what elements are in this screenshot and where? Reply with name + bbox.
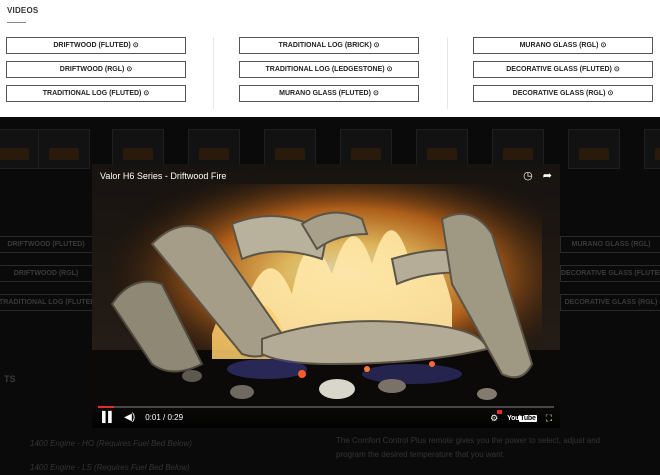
dim-button: DECORATIVE GLASS (FLUTED)	[560, 265, 660, 282]
dim-button: TRADITIONAL LOG (FLUTED)	[0, 294, 94, 311]
video-column-3: MURANO GLASS (RGL) ⊙ DECORATIVE GLASS (FL…	[473, 37, 653, 109]
play-circle-icon: ⊙	[607, 90, 614, 97]
thumbnail	[416, 129, 468, 169]
dim-engine-line: 1400 Engine - HO (Requires Fuel Bed Belo…	[30, 439, 192, 448]
thumbnail	[264, 129, 316, 169]
video-top-controls: ◷ ➦	[523, 169, 552, 182]
play-circle-icon: ⊙	[372, 90, 379, 97]
play-circle-icon: ⊙	[126, 66, 133, 73]
thumbnail	[188, 129, 240, 169]
video-button-traditional-log-ledgestone[interactable]: TRADITIONAL LOG (LEDGESTONE) ⊙	[239, 61, 419, 78]
thumbnail	[112, 129, 164, 169]
video-button-label: TRADITIONAL LOG (BRICK)	[278, 42, 372, 49]
video-button-label: TRADITIONAL LOG (FLUTED)	[42, 90, 142, 97]
dim-button: DRIFTWOOD (FLUTED)	[0, 236, 94, 253]
video-button-murano-glass-rgl[interactable]: MURANO GLASS (RGL) ⊙	[473, 37, 653, 54]
play-circle-icon: ⊙	[600, 42, 607, 49]
youtube-logo[interactable]: YouTube	[507, 415, 537, 422]
videos-panel: VIDEOS DRIFTWOOD (FLUTED) ⊙ DRIFTWOOD (RG…	[0, 0, 660, 117]
dim-button: MURANO GLASS (RGL)	[560, 236, 660, 253]
video-column-2: TRADITIONAL LOG (BRICK) ⊙ TRADITIONAL LOG…	[239, 37, 419, 109]
play-circle-icon: ⊙	[132, 42, 139, 49]
video-button-driftwood-rgl[interactable]: DRIFTWOOD (RGL) ⊙	[6, 61, 186, 78]
video-button-traditional-log-brick[interactable]: TRADITIONAL LOG (BRICK) ⊙	[239, 37, 419, 54]
play-circle-icon: ⊙	[386, 66, 393, 73]
thumbnail	[0, 129, 40, 169]
share-icon[interactable]: ➦	[543, 169, 552, 182]
videos-heading: VIDEOS	[7, 6, 39, 15]
video-control-bar: ▌▌ ◀) 0:01 / 0:29 ⚙ YouTube ⛶	[92, 404, 560, 428]
thumbnail	[492, 129, 544, 169]
heading-underline	[7, 22, 26, 23]
video-button-label: MURANO GLASS (FLUTED)	[279, 90, 371, 97]
dim-body-line: program the desired temperature that you…	[336, 450, 505, 459]
control-right-group: ⚙ YouTube ⛶	[490, 410, 552, 424]
thumbnail	[644, 129, 660, 169]
video-button-label: MURANO GLASS (RGL)	[519, 42, 599, 49]
control-left-group: ▌▌ ◀) 0:01 / 0:29	[102, 412, 183, 423]
thumbnail	[38, 129, 90, 169]
video-title[interactable]: Valor H6 Series - Driftwood Fire	[100, 171, 226, 181]
video-button-label: DRIFTWOOD (RGL)	[59, 66, 125, 73]
dim-body-line: The Comfort Control Plus remote gives yo…	[336, 436, 601, 445]
video-button-decorative-glass-fluted[interactable]: DECORATIVE GLASS (FLUTED) ⊙	[473, 61, 653, 78]
video-column-1: DRIFTWOOD (FLUTED) ⊙ DRIFTWOOD (RGL) ⊙ TRA…	[6, 37, 186, 109]
video-button-decorative-glass-rgl[interactable]: DECORATIVE GLASS (RGL) ⊙	[473, 85, 653, 102]
column-divider	[447, 37, 448, 109]
video-button-label: DECORATIVE GLASS (FLUTED)	[506, 66, 612, 73]
thumbnail	[568, 129, 620, 169]
fullscreen-icon[interactable]: ⛶	[546, 413, 552, 424]
play-circle-icon: ⊙	[373, 42, 380, 49]
play-circle-icon: ⊙	[143, 90, 150, 97]
volume-icon[interactable]: ◀)	[124, 412, 135, 423]
time-display: 0:01 / 0:29	[145, 413, 184, 422]
video-button-murano-glass-fluted[interactable]: MURANO GLASS (FLUTED) ⊙	[239, 85, 419, 102]
video-player[interactable]: Valor H6 Series - Driftwood Fire ◷ ➦ ▌▌ …	[92, 164, 560, 428]
dim-engine-line: 1400 Engine - LS (Requires Fuel Bed Belo…	[30, 463, 190, 472]
settings-icon[interactable]: ⚙	[490, 410, 503, 424]
video-button-label: DRIFTWOOD (FLUTED)	[53, 42, 131, 49]
dim-button: DECORATIVE GLASS (RGL)	[560, 294, 660, 311]
video-button-label: TRADITIONAL LOG (LEDGESTONE)	[265, 66, 385, 73]
dim-section-heading: TS	[4, 374, 16, 384]
video-button-traditional-log-fluted[interactable]: TRADITIONAL LOG (FLUTED) ⊙	[6, 85, 186, 102]
video-button-label: DECORATIVE GLASS (RGL)	[512, 90, 606, 97]
clock-icon[interactable]: ◷	[523, 169, 533, 182]
play-circle-icon: ⊙	[613, 66, 620, 73]
progress-fill	[98, 406, 114, 408]
thumbnail	[340, 129, 392, 169]
column-divider	[213, 37, 214, 109]
dim-button: DRIFTWOOD (RGL)	[0, 265, 94, 282]
fireplace-video-frame[interactable]	[92, 164, 560, 428]
pause-icon[interactable]: ▌▌	[102, 412, 115, 423]
video-button-driftwood-fluted[interactable]: DRIFTWOOD (FLUTED) ⊙	[6, 37, 186, 54]
progress-bar[interactable]	[98, 406, 554, 408]
